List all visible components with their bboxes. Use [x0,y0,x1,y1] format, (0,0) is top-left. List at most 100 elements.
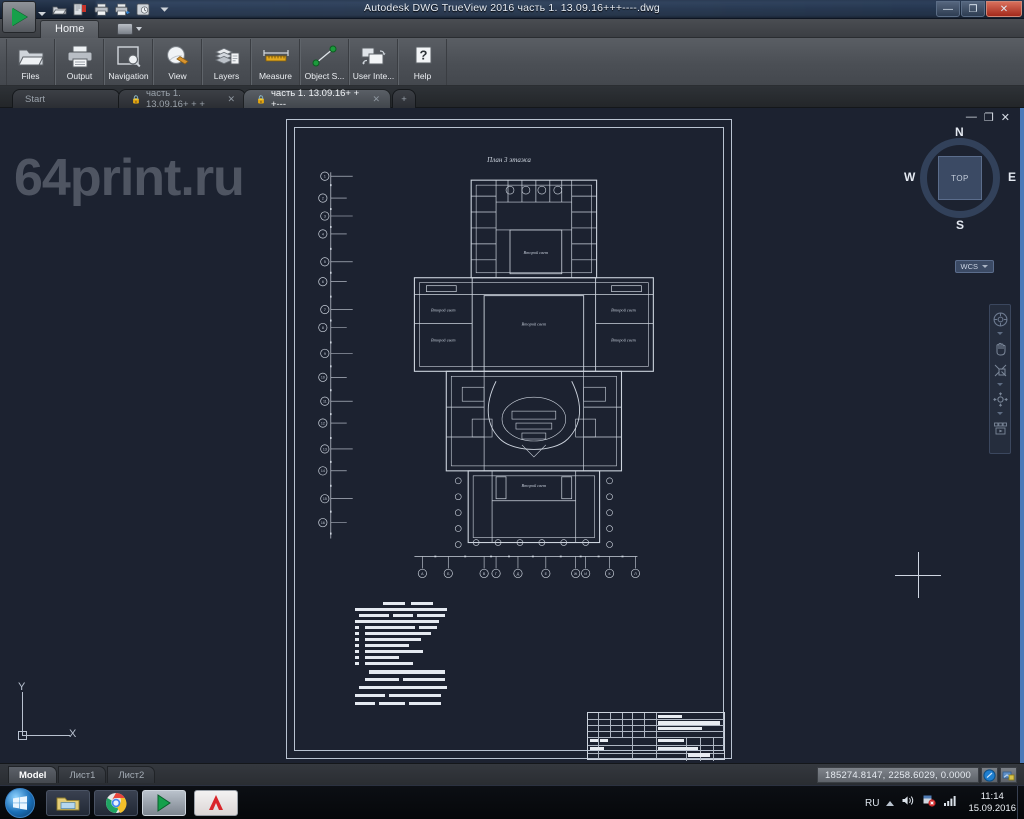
ribbon-button-user-interface[interactable]: User Inte... [349,39,398,85]
qat-customize-caret-icon[interactable] [155,2,173,18]
watermark: 64print.ru [14,149,245,207]
lock-icon: 🔒 [256,94,266,104]
zoom-caret-icon[interactable] [993,382,1007,387]
object-snap-icon [310,42,340,70]
help-icon: ? [408,42,438,70]
ucs-origin-box [18,731,27,740]
svg-text:3: 3 [324,214,326,218]
svg-text:Второй свет: Второй свет [611,308,636,313]
new-tab-button[interactable]: + [392,89,416,108]
language-indicator[interactable]: RU [865,798,879,809]
show-desktop-button[interactable] [1017,786,1024,819]
compass-east-label[interactable]: E [1008,170,1016,184]
close-button[interactable]: ✕ [986,1,1022,17]
svg-text:1: 1 [324,175,326,179]
coordinate-display[interactable]: 185274.8147, 2258.6029, 0.0000 [817,767,979,783]
drawing-minimize-button[interactable]: — [966,111,977,124]
ribbon-button-files[interactable]: Files [6,39,55,85]
file-tab-drawing-2[interactable]: 🔒 часть 1. 13.09.16+ + +--- ✕ [243,88,391,110]
ribbon-button-view[interactable]: View [153,39,202,85]
orbit-icon[interactable] [991,389,1009,409]
compass-south-label[interactable]: S [956,218,964,232]
taskbar-dwg-trueview[interactable] [142,790,186,816]
taskbar-chrome[interactable] [94,790,138,816]
ribbon-label: Layers [213,71,240,81]
open-icon[interactable] [50,2,68,18]
show-hidden-icons-icon[interactable] [886,800,895,806]
zoom-extents-icon[interactable] [991,360,1009,380]
plot-icon[interactable] [113,2,131,18]
floor-plan-drawing: Второй свет Второй свет Второй свет Втор… [318,171,654,578]
tab-home[interactable]: Home [40,20,100,38]
taskbar-autocad[interactable] [194,790,238,816]
pan-hand-icon[interactable] [991,338,1009,358]
vertical-scrollbar[interactable] [1020,108,1024,763]
toolbar-lock-icon[interactable] [1000,767,1017,783]
folder-icon [16,42,46,70]
zoom-window-icon [114,42,144,70]
taskbar: RU 11:14 15.09.2016 [0,785,1024,819]
file-tab-start[interactable]: Start [12,89,120,108]
svg-text:14: 14 [321,469,325,473]
application-menu-button[interactable] [2,1,36,33]
ribbon-panel-toggle[interactable] [117,22,151,36]
crosshair-vertical [918,552,919,598]
export-pdf-icon[interactable] [71,2,89,18]
orbit-caret-icon[interactable] [993,411,1007,416]
layout-tab-model[interactable]: Model [8,766,58,783]
printer-icon [65,42,95,70]
navigation-bar[interactable] [989,304,1011,454]
ucs-selector[interactable]: WCS [954,260,994,273]
ribbon-button-layers[interactable]: Layers [202,39,251,85]
svg-text:Второй свет: Второй свет [522,322,547,327]
application-window: Autodesk DWG TrueView 2016 часть 1. 13.0… [0,0,1024,819]
app-menu-caret-icon[interactable] [38,12,46,16]
ribbon-button-measure[interactable]: Measure [251,39,300,85]
clock[interactable]: 11:14 15.09.2016 [968,791,1016,815]
ribbon-button-group: Files Output Navigation View Layers Meas… [6,39,447,85]
taskbar-explorer[interactable] [46,790,90,816]
file-tab-drawing-1[interactable]: 🔒 часть 1. 13.09.16+ + + ✕ [118,88,246,110]
drawing-restore-button[interactable]: ❐ [984,111,994,124]
ribbon-label: Measure [258,71,293,81]
ucs-x-axis [22,735,70,736]
showmotion-icon[interactable] [991,418,1009,438]
drawing-canvas[interactable]: 64print.ru — ❐ ✕ План 3 этажа Второй све… [0,108,1024,763]
ribbon-button-navigation[interactable]: Navigation [104,39,153,85]
print-icon[interactable] [92,2,110,18]
volume-icon[interactable] [901,794,915,812]
ribbon-button-output[interactable]: Output [55,39,104,85]
compass-west-label[interactable]: W [904,170,915,184]
layout-tab-list1[interactable]: Лист1 [58,766,107,783]
save-as-icon[interactable] [134,2,152,18]
svg-text:7: 7 [324,308,326,312]
svg-text:Г: Г [495,572,497,576]
ucs-icon: Y X [16,681,78,748]
ribbon-label: Output [66,71,93,81]
ribbon-panel: Files Output Navigation View Layers Meas… [0,38,1024,86]
file-tab-label: часть 1. 13.09.16+ + + [145,88,205,110]
steering-wheel-icon[interactable] [991,309,1009,329]
close-icon[interactable]: ✕ [372,94,380,105]
svg-text:6: 6 [322,280,324,284]
drawing-close-button[interactable]: ✕ [1001,111,1010,124]
compass-north-label[interactable]: N [955,125,964,139]
maximize-button[interactable]: ❐ [961,1,985,17]
ribbon-button-help[interactable]: ? Help [398,39,447,85]
view-cube[interactable]: TOP N S W E [904,125,1016,232]
svg-text:И: И [584,572,587,576]
view-cube-face[interactable]: TOP [938,156,982,200]
start-button[interactable] [5,788,35,818]
network-signal-icon[interactable] [943,794,957,812]
annotation-visibility-icon[interactable] [981,767,998,783]
svg-text:2: 2 [322,196,324,200]
svg-text:Второй свет: Второй свет [611,337,636,342]
action-center-icon[interactable] [922,794,937,812]
ribbon-label: Object S... [304,71,345,81]
minimize-button[interactable]: — [936,1,960,17]
clock-date: 15.09.2016 [968,803,1016,814]
close-icon[interactable]: ✕ [227,94,235,105]
layout-tab-list2[interactable]: Лист2 [107,766,156,783]
ribbon-button-object-snap[interactable]: Object S... [300,39,349,85]
steering-wheel-caret-icon[interactable] [993,331,1007,336]
